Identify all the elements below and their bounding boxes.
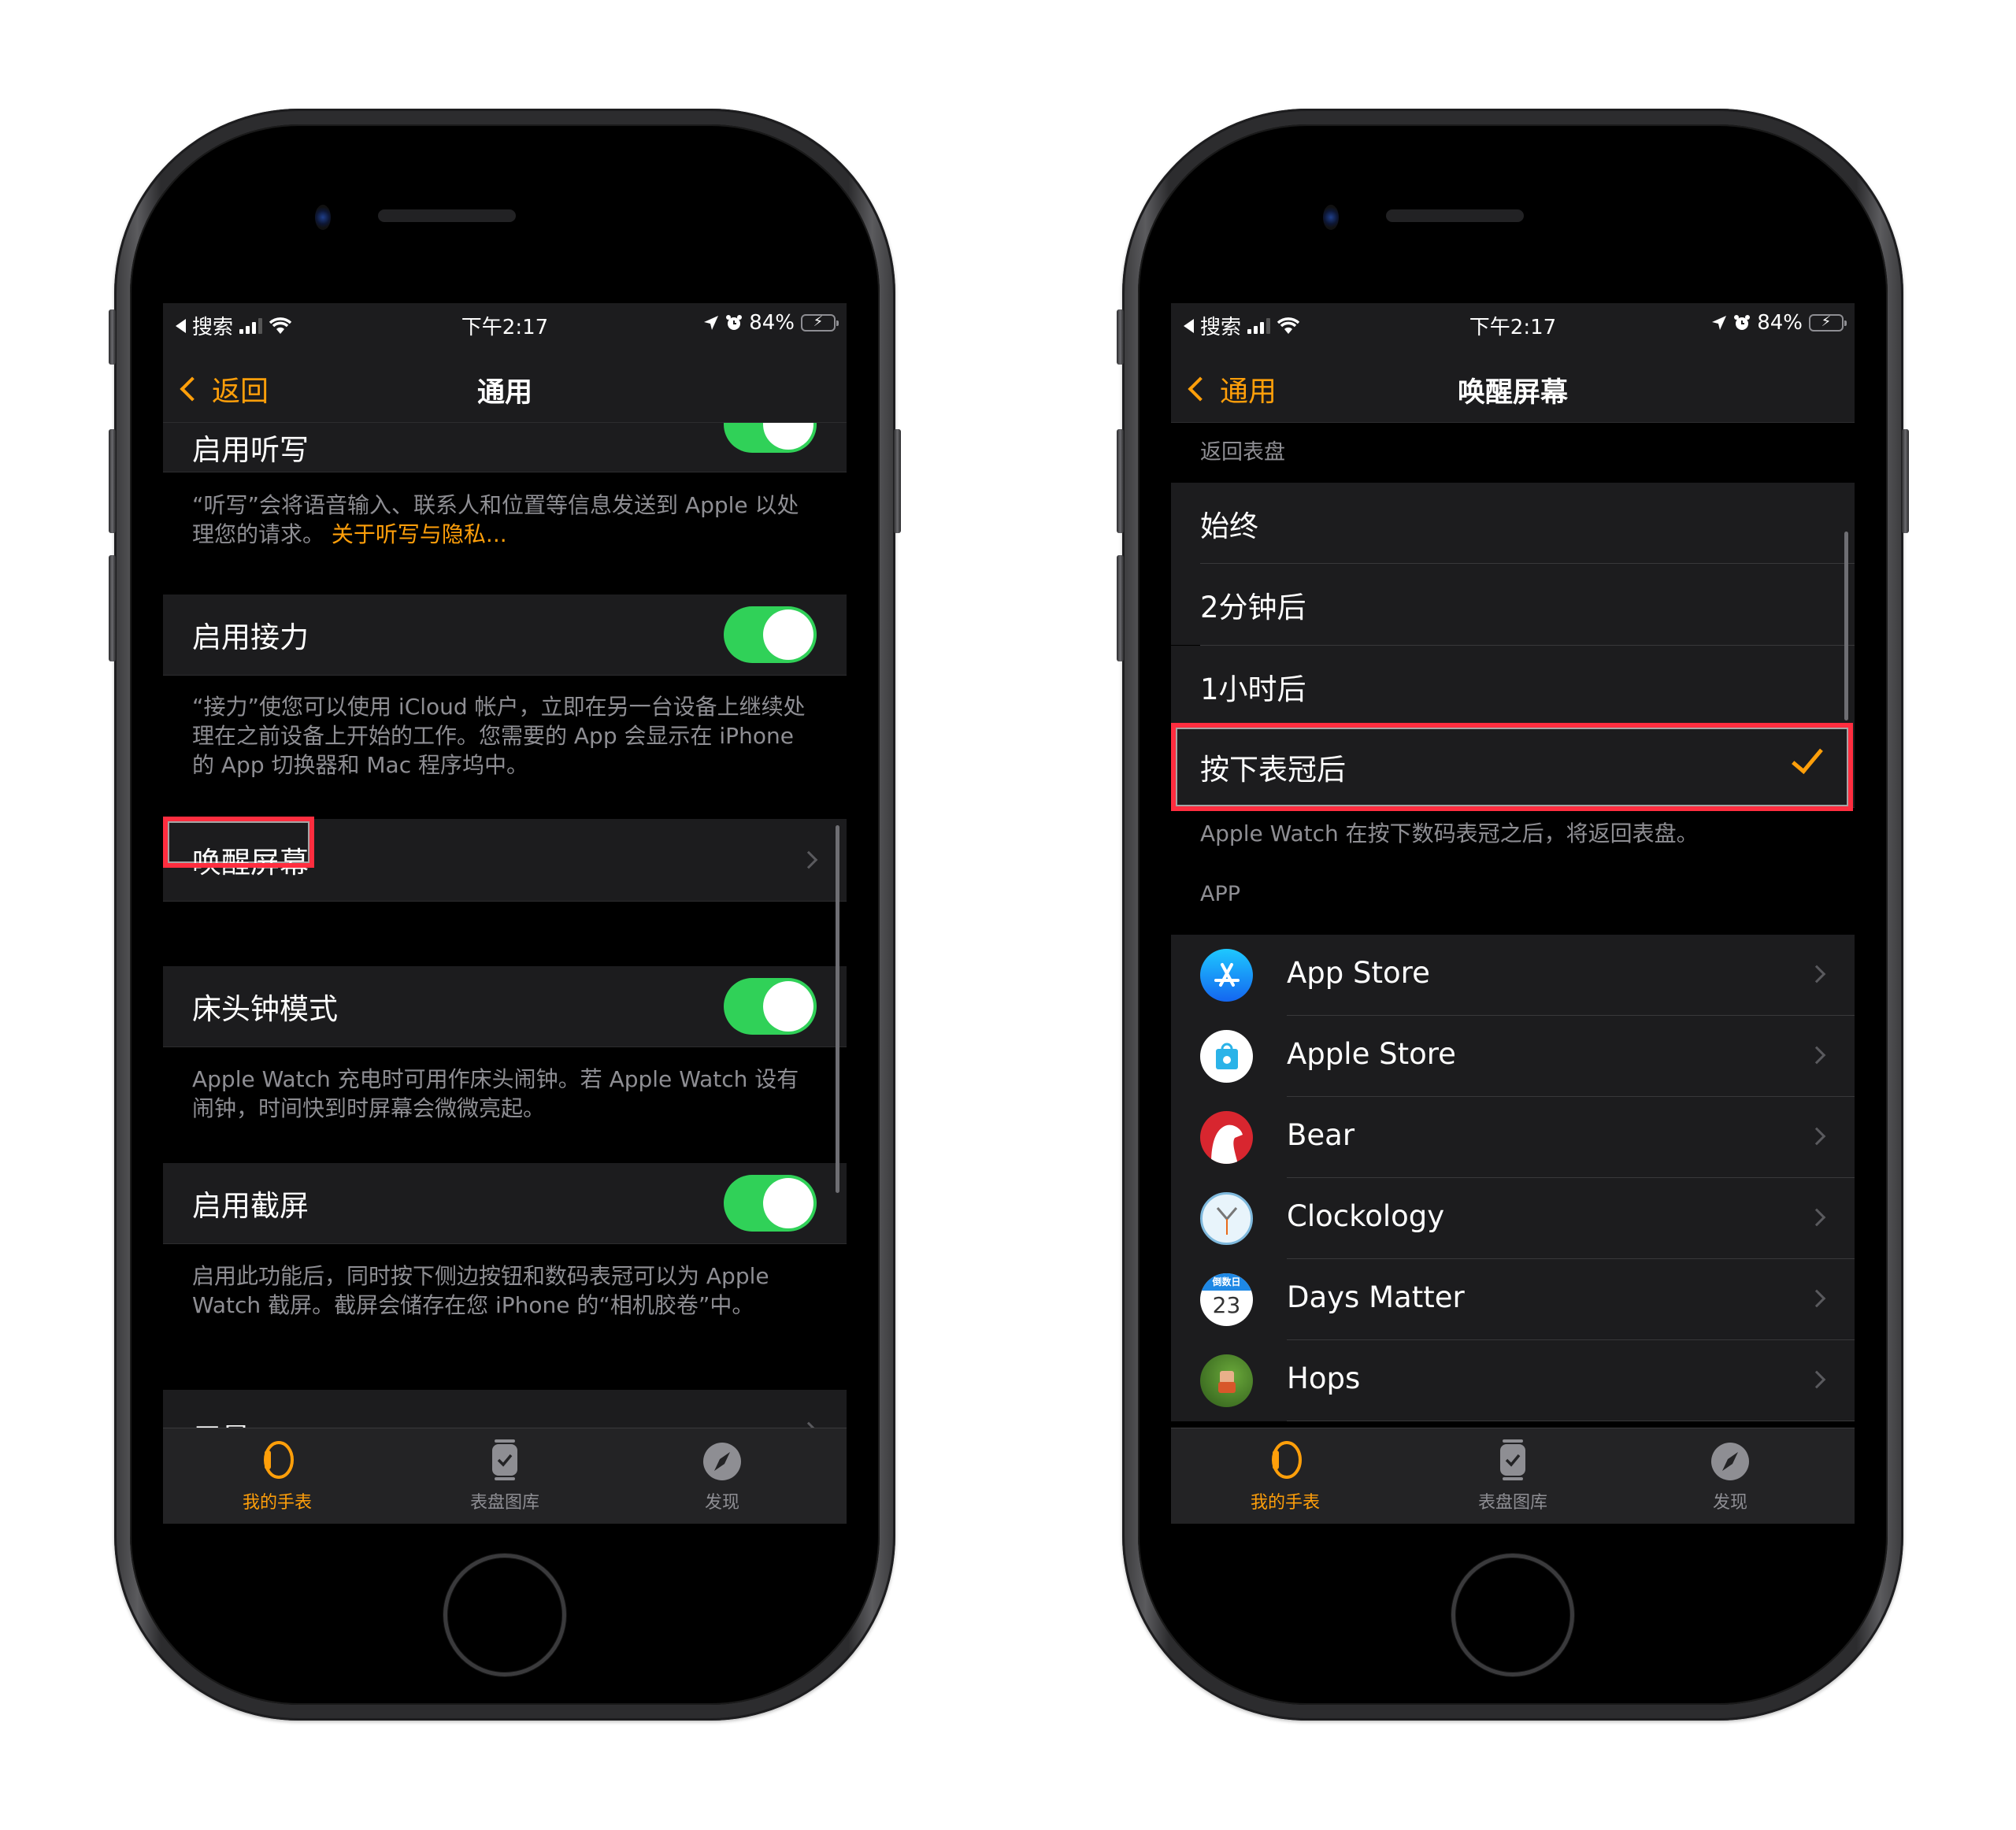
handoff-toggle[interactable] <box>724 606 817 663</box>
section-header-app: APP <box>1200 882 1241 906</box>
chevron-right-icon <box>799 850 818 869</box>
status-bar: 搜索 下午2:17 84% ⚡ <box>163 303 847 346</box>
wake-screen-list: 返回表盘 始终 2分钟后 1小时后 按下表冠后 Apple Watch 在按下数… <box>1171 423 1855 1428</box>
option-after-2-minutes[interactable]: 2分钟后 <box>1171 564 1855 645</box>
location-icon <box>704 316 719 330</box>
page-title: 唤醒屏幕 <box>1457 377 1568 409</box>
days-matter-icon: 倒数日 23 <box>1200 1273 1253 1326</box>
tab-face-gallery[interactable]: 表盘图库 <box>426 1436 584 1513</box>
row-label: 用量 <box>192 1415 250 1428</box>
discover-compass-icon <box>1711 1443 1749 1480</box>
battery-charging-icon: ⚡ <box>1809 313 1847 332</box>
apple-store-icon <box>1200 1030 1253 1083</box>
power-button <box>1902 429 1909 533</box>
screenshots-footer: 启用此功能后，同时按下侧边按钮和数码表冠可以为 Apple Watch 截屏。截… <box>192 1263 769 1318</box>
screenshots-toggle[interactable] <box>724 1175 817 1232</box>
navigation-bar: 通用 唤醒屏幕 <box>1171 346 1855 423</box>
app-row-hops[interactable]: Hops <box>1171 1340 1855 1421</box>
checkmark-icon <box>1792 741 1823 774</box>
chevron-right-icon <box>1807 1208 1826 1227</box>
face-gallery-icon <box>1500 1439 1525 1480</box>
row-enable-dictation[interactable]: 启用听写 <box>163 423 847 472</box>
chevron-right-icon <box>1807 1127 1826 1146</box>
earpiece-speaker <box>1386 209 1524 222</box>
home-button[interactable] <box>1451 1554 1574 1676</box>
option-after-1-hour[interactable]: 1小时后 <box>1171 646 1855 727</box>
tab-my-watch[interactable]: 我的手表 <box>198 1436 356 1513</box>
row-label: 唤醒屏幕 <box>192 846 309 880</box>
volume-up-button <box>1117 429 1124 533</box>
app-row-bear[interactable]: Bear <box>1171 1097 1855 1178</box>
screen-general-settings: 搜索 下午2:17 84% ⚡ 返回 通用 启用听写 “听写”会将语音输入、联系… <box>163 303 847 1524</box>
row-label: 启用接力 <box>192 620 309 654</box>
tab-discover[interactable]: 发现 <box>643 1436 801 1513</box>
tab-my-watch[interactable]: 我的手表 <box>1206 1436 1364 1513</box>
front-camera <box>1323 205 1339 230</box>
option-always[interactable]: 始终 <box>1171 483 1855 564</box>
nightstand-footer: Apple Watch 充电时可用作床头闹钟。若 Apple Watch 设有闹… <box>192 1066 799 1121</box>
row-usage[interactable]: 用量 <box>163 1390 847 1428</box>
row-enable-screenshots[interactable]: 启用截屏 <box>163 1163 847 1244</box>
battery-percent: 84% <box>1757 311 1803 335</box>
option-after-crown-press[interactable]: 按下表冠后 <box>1171 727 1855 808</box>
hops-icon <box>1200 1354 1253 1407</box>
return-section-footer: Apple Watch 在按下数码表冠之后，将返回表盘。 <box>1200 821 1699 846</box>
bear-icon <box>1200 1111 1253 1164</box>
row-label: 启用听写 <box>192 433 309 467</box>
row-label: 启用截屏 <box>192 1189 309 1223</box>
row-wake-screen[interactable]: 唤醒屏幕 <box>163 819 847 902</box>
alarm-icon <box>726 315 743 330</box>
volume-down-button <box>109 555 116 661</box>
scroll-indicator[interactable] <box>836 825 839 1193</box>
tab-bar: 我的手表 表盘图库 发现 <box>1171 1428 1855 1524</box>
app-store-icon <box>1200 949 1253 1002</box>
battery-charging-icon: ⚡ <box>801 313 839 332</box>
app-row-days-matter[interactable]: 倒数日 23 Days Matter <box>1171 1259 1855 1340</box>
mute-switch <box>109 309 116 365</box>
navigation-bar: 返回 通用 <box>163 346 847 423</box>
my-watch-icon <box>1272 1441 1302 1479</box>
front-camera <box>315 205 331 230</box>
dictation-privacy-link[interactable]: 关于听写与隐私... <box>332 521 507 547</box>
chevron-right-icon <box>1807 1046 1826 1065</box>
handoff-footer: “接力”使您可以使用 iCloud 帐户，立即在另一台设备上继续处理在之前设备上… <box>192 694 806 778</box>
status-bar: 搜索 下午2:17 84% ⚡ <box>1171 303 1855 346</box>
settings-list: 启用听写 “听写”会将语音输入、联系人和位置等信息发送到 Apple 以处理您的… <box>163 423 847 1428</box>
row-enable-handoff[interactable]: 启用接力 <box>163 595 847 676</box>
volume-up-button <box>109 429 116 533</box>
app-row-clockology[interactable]: Clockology <box>1171 1178 1855 1259</box>
app-row-app-store[interactable]: App Store <box>1171 935 1855 1016</box>
tab-face-gallery[interactable]: 表盘图库 <box>1434 1436 1592 1513</box>
chevron-right-icon <box>1807 1370 1826 1389</box>
app-row-apple-store[interactable]: Apple Store <box>1171 1016 1855 1097</box>
mute-switch <box>1117 309 1124 365</box>
alarm-icon <box>1734 315 1751 330</box>
power-button <box>894 429 901 533</box>
chevron-right-icon <box>1807 1289 1826 1308</box>
section-header-return-to-clock: 返回表盘 <box>1200 440 1285 465</box>
earpiece-speaker <box>378 209 516 222</box>
nightstand-toggle[interactable] <box>724 978 817 1035</box>
dictation-toggle[interactable] <box>724 423 817 453</box>
location-icon <box>1712 316 1727 330</box>
tab-bar: 我的手表 表盘图库 发现 <box>163 1428 847 1524</box>
dictation-footer: “听写”会将语音输入、联系人和位置等信息发送到 Apple 以处理您的请求。 关… <box>192 492 799 547</box>
my-watch-icon <box>264 1441 294 1479</box>
iphone-right: 搜索 下午2:17 84% ⚡ 通用 唤醒屏幕 返回表盘 始终 2分钟后 1小时… <box>1117 109 1909 1721</box>
discover-compass-icon <box>703 1443 741 1480</box>
tab-discover[interactable]: 发现 <box>1651 1436 1809 1513</box>
battery-percent: 84% <box>749 311 795 335</box>
scroll-indicator[interactable] <box>1844 532 1848 721</box>
chevron-right-icon <box>799 1421 818 1428</box>
page-title: 通用 <box>476 377 532 409</box>
chevron-right-icon <box>1807 965 1826 984</box>
screen-wake-screen: 搜索 下午2:17 84% ⚡ 通用 唤醒屏幕 返回表盘 始终 2分钟后 1小时… <box>1171 303 1855 1524</box>
volume-down-button <box>1117 555 1124 661</box>
clockology-icon <box>1200 1192 1253 1245</box>
iphone-left: 搜索 下午2:17 84% ⚡ 返回 通用 启用听写 “听写”会将语音输入、联系… <box>109 109 901 1721</box>
home-button[interactable] <box>443 1554 566 1676</box>
face-gallery-icon <box>492 1439 517 1480</box>
row-nightstand-mode[interactable]: 床头钟模式 <box>163 966 847 1047</box>
row-label: 床头钟模式 <box>192 992 338 1026</box>
